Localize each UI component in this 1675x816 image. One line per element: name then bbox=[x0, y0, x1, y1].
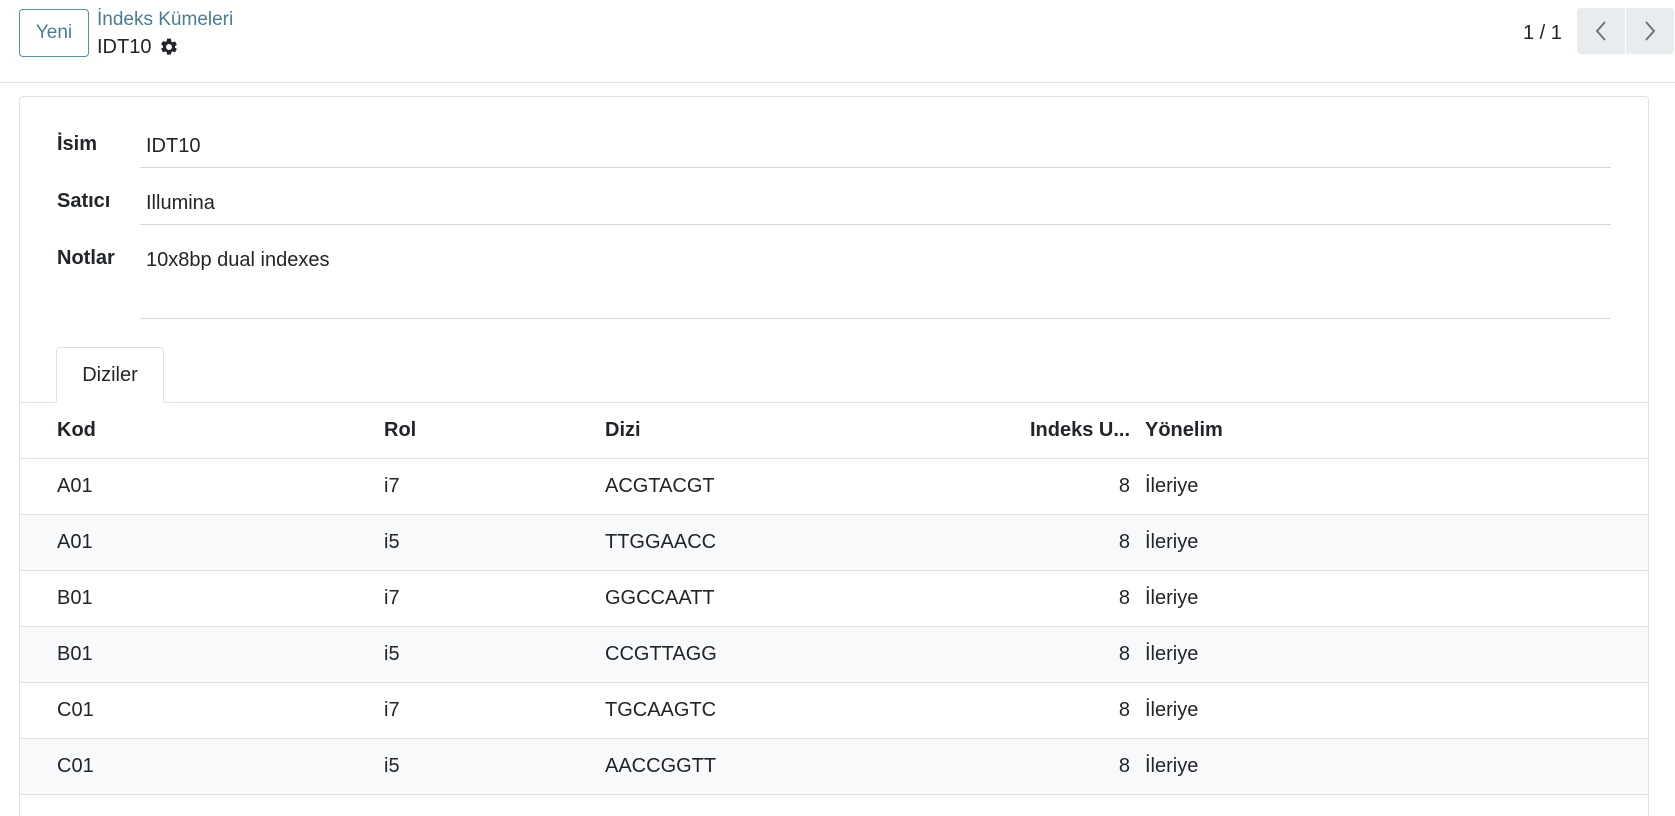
cell-code: C01 bbox=[57, 755, 94, 777]
column-header-code[interactable]: Kod bbox=[57, 403, 357, 458]
cell-sequence: GGCCAATT bbox=[605, 587, 715, 609]
cell-role: i5 bbox=[384, 531, 400, 553]
cell-orientation: İleriye bbox=[1145, 699, 1199, 721]
cell-index-length: 8 bbox=[1118, 531, 1130, 553]
column-header-index-length[interactable]: Indeks U... bbox=[980, 403, 1130, 458]
gear-icon[interactable] bbox=[159, 37, 179, 57]
cell-orientation: İleriye bbox=[1145, 755, 1199, 777]
cell-orientation: İleriye bbox=[1145, 587, 1199, 609]
vendor-label: Satıcı bbox=[57, 190, 111, 212]
cell-role: i7 bbox=[384, 587, 400, 609]
cell-sequence: TTGGAACC bbox=[605, 531, 717, 553]
pager-value[interactable]: 1 / 1 bbox=[1523, 22, 1562, 45]
cell-orientation: İleriye bbox=[1145, 531, 1199, 553]
notes-label: Notlar bbox=[57, 247, 115, 269]
column-header-orientation[interactable]: Yönelim bbox=[1145, 403, 1445, 458]
chevron-right-icon bbox=[1645, 21, 1656, 41]
cell-code: B01 bbox=[57, 587, 93, 609]
cell-index-length: 8 bbox=[1118, 643, 1130, 665]
cell-index-length: 8 bbox=[1118, 699, 1130, 721]
cell-role: i5 bbox=[384, 643, 400, 665]
table-row[interactable]: B01 i5 CCGTTAGG 8 İleriye bbox=[20, 627, 1648, 683]
cell-sequence: CCGTTAGG bbox=[605, 643, 717, 665]
cell-role: i7 bbox=[384, 699, 400, 721]
cell-sequence: AACCGGTT bbox=[605, 755, 717, 777]
column-header-role[interactable]: Rol bbox=[384, 403, 584, 458]
table-row[interactable]: A01 i7 ACGTACGT 8 İleriye bbox=[20, 459, 1648, 515]
cell-role: i5 bbox=[384, 755, 400, 777]
cell-orientation: İleriye bbox=[1145, 643, 1199, 665]
new-button[interactable]: Yeni bbox=[19, 9, 89, 57]
cell-sequence: ACGTACGT bbox=[605, 475, 715, 497]
column-header-sequence[interactable]: Dizi bbox=[605, 403, 905, 458]
pager-previous-button[interactable] bbox=[1577, 8, 1625, 54]
sequences-table: Kod Rol Dizi Indeks U... Yönelim A01 i7 … bbox=[20, 403, 1648, 795]
notebook-tabs: Diziler bbox=[20, 347, 1648, 403]
pager-next-button[interactable] bbox=[1626, 8, 1674, 54]
form-sheet: İsim IDT10 Satıcı Illumina Notlar 10x8bp… bbox=[19, 96, 1649, 816]
cell-code: A01 bbox=[57, 531, 93, 553]
cell-code: C01 bbox=[57, 699, 94, 721]
control-panel: Yeni İndeks Kümeleri IDT10 1 / 1 bbox=[0, 0, 1675, 83]
tab-diziler[interactable]: Diziler bbox=[56, 347, 164, 403]
cell-orientation: İleriye bbox=[1145, 475, 1199, 497]
chevron-left-icon bbox=[1595, 21, 1606, 41]
cell-role: i7 bbox=[384, 475, 400, 497]
table-row[interactable]: C01 i5 AACCGGTT 8 İleriye bbox=[20, 739, 1648, 795]
table-row[interactable]: C01 i7 TGCAAGTC 8 İleriye bbox=[20, 683, 1648, 739]
table-header-row: Kod Rol Dizi Indeks U... Yönelim bbox=[20, 403, 1648, 459]
cell-sequence: TGCAAGTC bbox=[605, 699, 717, 721]
cell-index-length: 8 bbox=[1118, 475, 1130, 497]
breadcrumb-current: IDT10 bbox=[97, 36, 152, 58]
table-row[interactable]: A01 i5 TTGGAACC 8 İleriye bbox=[20, 515, 1648, 571]
name-field[interactable]: IDT10 bbox=[140, 135, 1611, 168]
name-label: İsim bbox=[57, 133, 98, 155]
cell-index-length: 8 bbox=[1118, 755, 1130, 777]
breadcrumb-parent-link[interactable]: İndeks Kümeleri bbox=[97, 9, 233, 31]
cell-code: B01 bbox=[57, 643, 93, 665]
vendor-field[interactable]: Illumina bbox=[140, 192, 1611, 225]
cell-code: A01 bbox=[57, 475, 93, 497]
table-row[interactable]: B01 i7 GGCCAATT 8 İleriye bbox=[20, 571, 1648, 627]
cell-index-length: 8 bbox=[1118, 587, 1130, 609]
notes-field[interactable]: 10x8bp dual indexes bbox=[140, 249, 1611, 319]
